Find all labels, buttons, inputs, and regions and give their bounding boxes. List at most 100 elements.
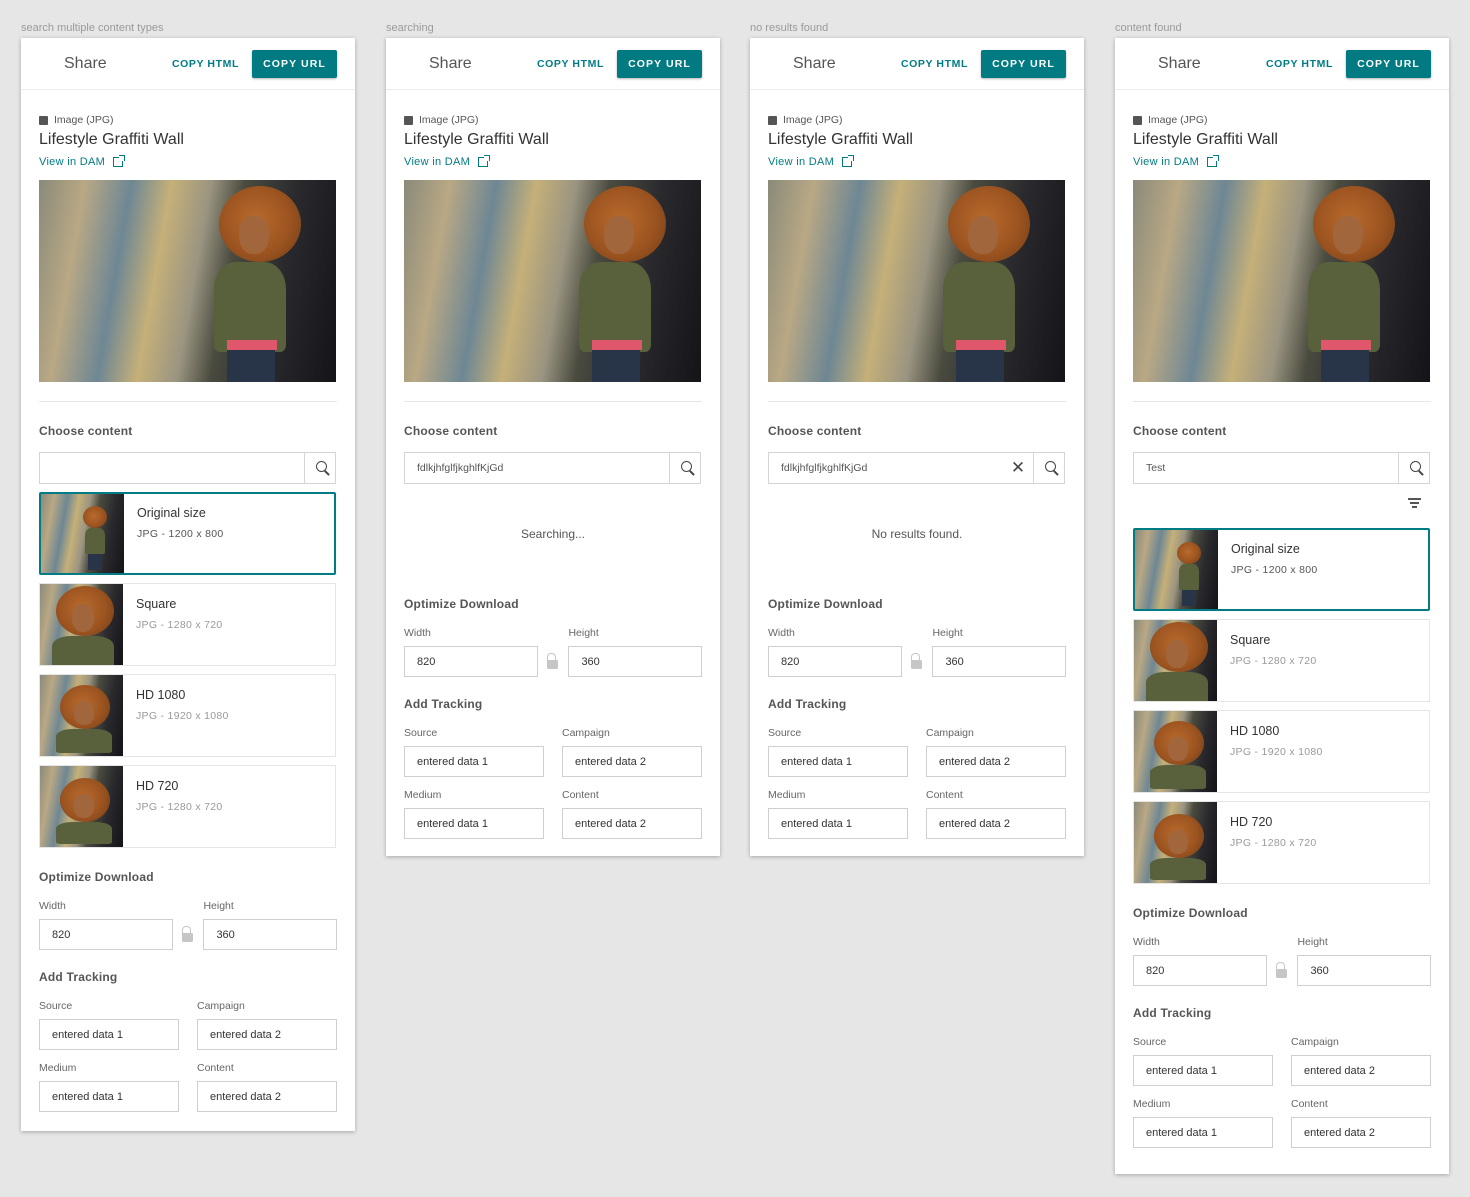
rendition-card[interactable]: HD 1080 JPG - 1920 x 1080 xyxy=(1133,710,1430,793)
content-search-field[interactable]: fdlkjhfglfjkghlfKjGd ✕ xyxy=(768,452,1065,484)
copy-url-button[interactable]: COPY URL xyxy=(252,49,337,78)
source-field[interactable]: entered data 1 xyxy=(768,746,908,777)
medium-field[interactable]: entered data 1 xyxy=(39,1081,179,1112)
rendition-meta: JPG - 1200 x 800 xyxy=(1231,564,1318,576)
image-icon xyxy=(768,115,777,125)
content-label: Content xyxy=(926,789,963,801)
content-search-field[interactable] xyxy=(39,452,336,484)
height-label: Height xyxy=(1297,936,1328,948)
add-tracking-heading: Add Tracking xyxy=(768,697,847,711)
medium-label: Medium xyxy=(1133,1098,1171,1110)
rendition-card[interactable]: HD 1080 JPG - 1920 x 1080 xyxy=(39,674,336,757)
search-icon xyxy=(1410,461,1421,472)
search-button[interactable] xyxy=(304,453,335,483)
view-in-dam-link[interactable]: View in DAM xyxy=(39,155,337,168)
filter-icon[interactable] xyxy=(1133,498,1431,520)
rendition-card[interactable]: Original size JPG - 1200 x 800 xyxy=(1133,528,1430,611)
content-label: Content xyxy=(197,1062,234,1074)
lock-icon[interactable] xyxy=(173,919,204,950)
copy-url-button[interactable]: COPY URL xyxy=(617,49,702,78)
content-field[interactable]: entered data 2 xyxy=(926,808,1066,839)
copy-html-button[interactable]: COPY HTML xyxy=(901,58,968,70)
search-button[interactable] xyxy=(1398,453,1429,483)
medium-label: Medium xyxy=(404,789,442,801)
close-icon[interactable]: ✕ xyxy=(1003,453,1033,483)
divider xyxy=(404,401,702,402)
search-input[interactable]: fdlkjhfglfjkghlfKjGd xyxy=(405,462,669,474)
rendition-meta: JPG - 1920 x 1080 xyxy=(1230,746,1323,758)
search-input[interactable]: Test xyxy=(1134,462,1398,474)
divider xyxy=(1133,401,1431,402)
width-field[interactable]: 820 xyxy=(39,919,173,950)
height-field[interactable]: 360 xyxy=(1297,955,1431,986)
view-in-dam-link[interactable]: View in DAM xyxy=(1133,155,1431,168)
height-field[interactable]: 360 xyxy=(568,646,702,677)
asset-type: Image (JPG) xyxy=(1133,114,1431,126)
rendition-thumbnail xyxy=(40,675,123,756)
campaign-field[interactable]: entered data 2 xyxy=(1291,1055,1431,1086)
view-in-dam-link[interactable]: View in DAM xyxy=(404,155,702,168)
tracking-row: Source entered data 1 Campaign entered d… xyxy=(1133,1036,1431,1086)
share-panel: Share COPY HTML COPY URL Image (JPG) Lif… xyxy=(386,38,720,856)
rendition-card[interactable]: Original size JPG - 1200 x 800 xyxy=(39,492,336,575)
panel-title: Share xyxy=(64,54,107,72)
search-button[interactable] xyxy=(669,453,700,483)
source-field[interactable]: entered data 1 xyxy=(404,746,544,777)
rendition-name: HD 1080 xyxy=(1230,724,1280,738)
rendition-meta: JPG - 1280 x 720 xyxy=(136,619,223,631)
search-input[interactable]: fdlkjhfglfjkghlfKjGd xyxy=(769,462,1003,474)
share-panel: Share COPY HTML COPY URL Image (JPG) Lif… xyxy=(1115,38,1449,1174)
source-field[interactable]: entered data 1 xyxy=(1133,1055,1273,1086)
rendition-card[interactable]: Square JPG - 1280 x 720 xyxy=(39,583,336,666)
copy-html-button[interactable]: COPY HTML xyxy=(172,58,239,70)
rendition-card[interactable]: HD 720 JPG - 1280 x 720 xyxy=(1133,801,1430,884)
height-field[interactable]: 360 xyxy=(932,646,1066,677)
source-label: Source xyxy=(1133,1036,1167,1048)
rendition-list: Original size JPG - 1200 x 800 Square JPG … xyxy=(1133,528,1431,884)
image-icon xyxy=(1133,115,1142,125)
content-search-field[interactable]: fdlkjhfglfjkghlfKjGd xyxy=(404,452,701,484)
medium-field[interactable]: entered data 1 xyxy=(404,808,544,839)
medium-field[interactable]: entered data 1 xyxy=(768,808,908,839)
medium-label: Medium xyxy=(39,1062,77,1074)
width-field[interactable]: 820 xyxy=(1133,955,1267,986)
height-field[interactable]: 360 xyxy=(203,919,337,950)
lock-icon[interactable] xyxy=(1267,955,1298,986)
image-icon xyxy=(404,115,413,125)
source-field[interactable]: entered data 1 xyxy=(39,1019,179,1050)
campaign-field[interactable]: entered data 2 xyxy=(562,746,702,777)
optimize-download-heading: Optimize Download xyxy=(404,597,519,611)
lock-icon[interactable] xyxy=(538,646,569,677)
content-label: Content xyxy=(562,789,599,801)
width-label: Width xyxy=(404,627,431,639)
content-field[interactable]: entered data 2 xyxy=(562,808,702,839)
lock-icon[interactable] xyxy=(902,646,933,677)
divider xyxy=(768,401,1066,402)
copy-url-button[interactable]: COPY URL xyxy=(981,49,1066,78)
copy-url-button[interactable]: COPY URL xyxy=(1346,49,1431,78)
source-label: Source xyxy=(404,727,438,739)
tracking-row: Source entered data 1 Campaign entered d… xyxy=(768,727,1066,777)
copy-html-button[interactable]: COPY HTML xyxy=(1266,58,1333,70)
content-search-field[interactable]: Test xyxy=(1133,452,1430,484)
campaign-field[interactable]: entered data 2 xyxy=(197,1019,337,1050)
search-icon xyxy=(316,461,327,472)
content-field[interactable]: entered data 2 xyxy=(197,1081,337,1112)
rendition-card[interactable]: HD 720 JPG - 1280 x 720 xyxy=(39,765,336,848)
width-field[interactable]: 820 xyxy=(768,646,902,677)
search-button[interactable] xyxy=(1033,453,1064,483)
content-field[interactable]: entered data 2 xyxy=(1291,1117,1431,1148)
rendition-name: Square xyxy=(136,597,177,611)
rendition-meta: JPG - 1280 x 720 xyxy=(1230,655,1317,667)
width-field[interactable]: 820 xyxy=(404,646,538,677)
rendition-card[interactable]: Square JPG - 1280 x 720 xyxy=(1133,619,1430,702)
asset-preview-image xyxy=(768,180,1065,382)
rendition-meta: JPG - 1200 x 800 xyxy=(137,528,224,540)
medium-label: Medium xyxy=(768,789,806,801)
rendition-name: HD 720 xyxy=(1230,815,1273,829)
copy-html-button[interactable]: COPY HTML xyxy=(537,58,604,70)
medium-field[interactable]: entered data 1 xyxy=(1133,1117,1273,1148)
asset-title: Lifestyle Graffiti Wall xyxy=(768,131,913,148)
campaign-field[interactable]: entered data 2 xyxy=(926,746,1066,777)
view-in-dam-link[interactable]: View in DAM xyxy=(768,155,1066,168)
